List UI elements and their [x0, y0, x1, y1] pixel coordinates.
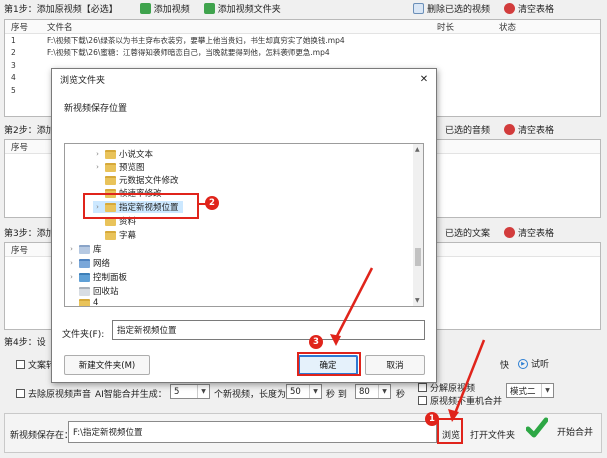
annotation-arrows	[330, 267, 486, 422]
arrow-head-browse	[448, 409, 459, 422]
arrow-to-ok	[334, 267, 374, 339]
arrow-to-browse	[452, 339, 486, 417]
arrow-head-ok	[330, 334, 341, 346]
